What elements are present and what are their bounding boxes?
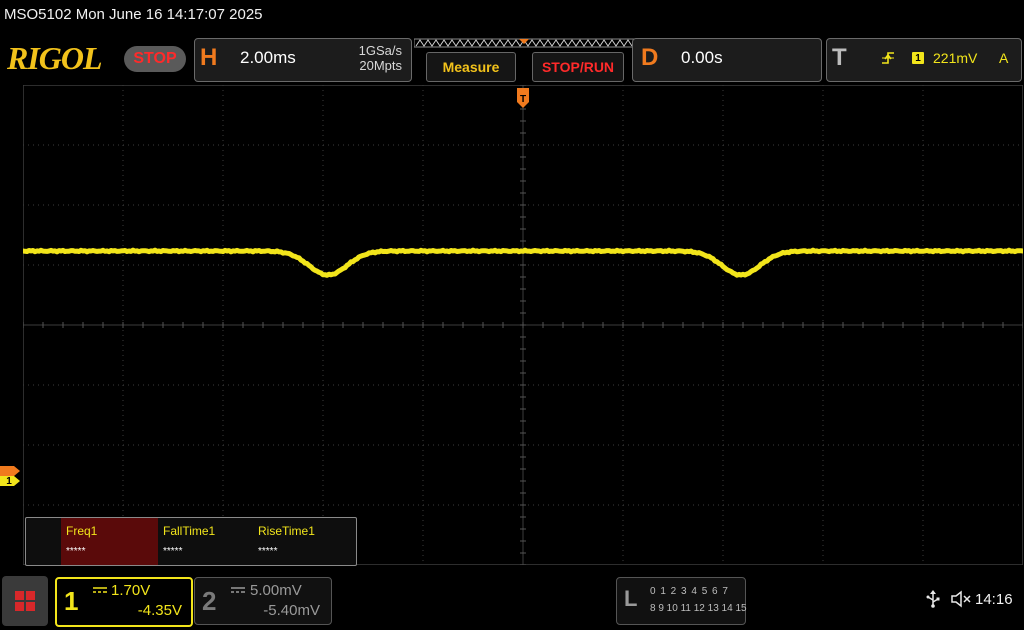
system-clock: 14:16 <box>975 591 1013 608</box>
logic-channels-row2: 8 9 10 11 12 13 14 15 <box>650 603 747 614</box>
measurement-name: Freq1 <box>66 524 98 538</box>
menu-grid-icon <box>15 591 35 611</box>
stop-run-button[interactable]: STOP/RUN <box>532 52 624 82</box>
logic-analyzer-label: L <box>624 586 638 611</box>
measurement-value: ***** <box>163 546 183 557</box>
sample-rate: 1GSa/s <box>358 43 402 58</box>
channel2-scale: 5.00mV <box>250 582 302 599</box>
measurement-value: ***** <box>66 546 86 557</box>
measurement-risetime1[interactable]: RiseTime1 ***** <box>253 518 349 565</box>
logic-channels-row1: 0 1 2 3 4 5 6 7 <box>650 586 729 597</box>
trigger-label: T <box>832 44 847 71</box>
dc-coupling-icon <box>93 587 107 593</box>
measurement-value: ***** <box>258 546 278 557</box>
trigger-mode: A <box>999 50 1009 66</box>
trigger-level: 221mV <box>933 50 978 66</box>
trigger-position-marker: T <box>517 88 529 108</box>
measure-button[interactable]: Measure <box>426 52 516 82</box>
channel1-scale: 1.70V <box>111 582 151 599</box>
delay-value: 0.00s <box>681 48 723 67</box>
run-state-badge[interactable]: STOP <box>124 46 186 72</box>
svg-text:T: T <box>520 94 526 105</box>
status-line: MSO5102 Mon June 16 14:17:07 2025 <box>4 6 263 23</box>
usb-icon <box>926 590 940 608</box>
channel1-number: 1 <box>64 586 79 616</box>
measurement-name: FallTime1 <box>163 524 216 538</box>
memory-depth: 20Mpts <box>359 58 402 73</box>
delay-label: D <box>641 44 659 71</box>
rising-edge-icon <box>882 52 894 64</box>
speaker-muted-icon[interactable] <box>950 590 972 608</box>
measurement-panel: Freq1 ***** FallTime1 ***** RiseTime1 **… <box>25 517 357 566</box>
trigger-source-badge: 1 <box>912 52 924 64</box>
measurement-name: RiseTime1 <box>258 524 315 538</box>
channel2-number: 2 <box>202 586 217 616</box>
delay-box[interactable] <box>632 38 822 82</box>
channel1-offset-marker[interactable]: 1 <box>0 465 22 487</box>
timebase-value: 2.00ms <box>240 48 296 67</box>
horizontal-label: H <box>200 44 218 71</box>
waveform-display[interactable]: T <box>23 85 1023 565</box>
channel1-offset: -4.35V <box>137 602 182 619</box>
trigger-box[interactable] <box>826 38 1022 82</box>
measurement-freq1[interactable]: Freq1 ***** <box>61 518 158 565</box>
memory-position-bar <box>414 38 634 48</box>
channel1-marker-label: 1 <box>6 476 12 487</box>
rigol-logo: RIGOL <box>7 40 103 76</box>
measurement-falltime1[interactable]: FallTime1 ***** <box>158 518 254 565</box>
dc-coupling-icon <box>231 587 245 593</box>
main-menu-button[interactable] <box>2 576 48 626</box>
graticule <box>23 85 1023 565</box>
channel2-offset: -5.40mV <box>263 602 320 619</box>
